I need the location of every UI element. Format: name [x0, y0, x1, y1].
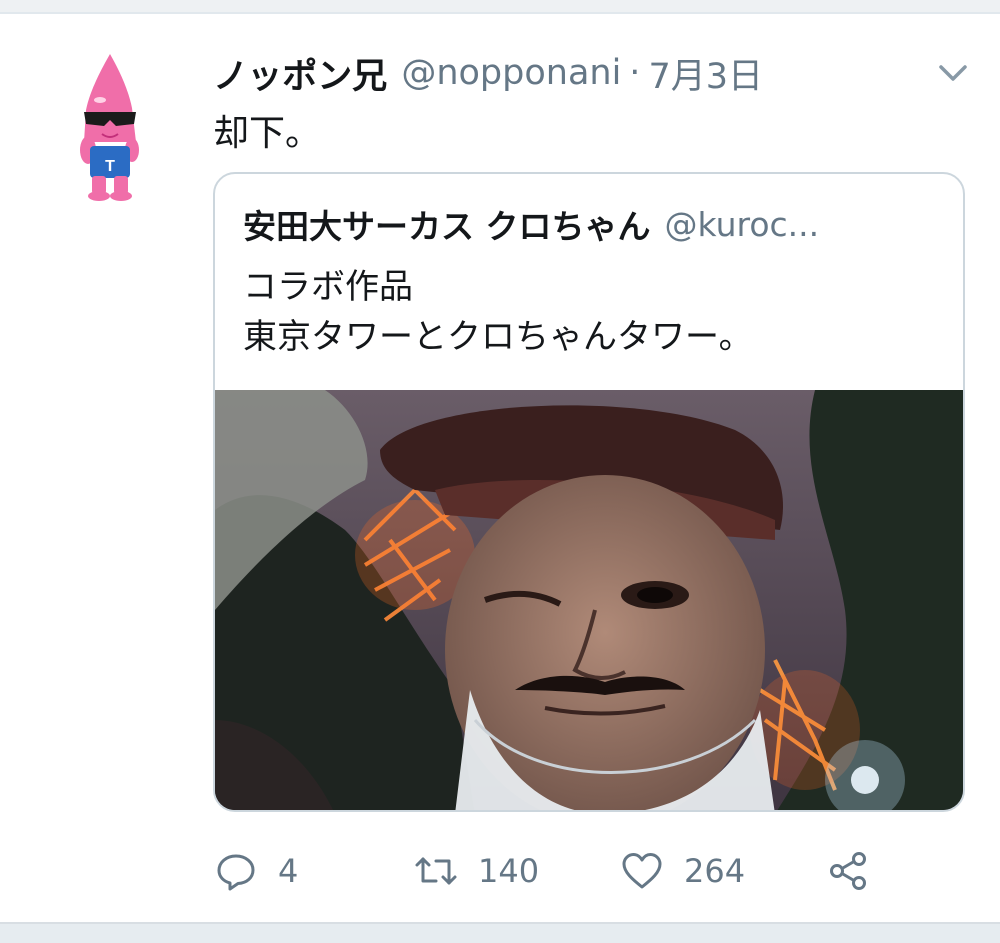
quoted-display-name: 安田大サーカス クロちゃん — [243, 207, 651, 246]
heart-icon — [622, 853, 662, 889]
quoted-tweet-photo[interactable] — [215, 390, 963, 810]
avatar[interactable]: T — [72, 50, 148, 202]
top-divider — [0, 0, 1000, 14]
tweet-text: 却下。 — [213, 113, 322, 154]
retweet-count: 140 — [478, 852, 540, 890]
separator-dot: · — [629, 53, 641, 93]
like-button[interactable]: 264 — [620, 845, 745, 897]
user-handle[interactable]: @nopponani — [401, 53, 621, 93]
quoted-tweet-text: コラボ作品 東京タワーとクロちゃんタワー。 — [243, 262, 753, 362]
retweet-button[interactable]: 140 — [414, 845, 539, 897]
svg-text:T: T — [105, 158, 115, 175]
reply-button[interactable]: 4 — [214, 845, 298, 897]
reply-icon — [217, 854, 255, 891]
retweet-icon — [415, 857, 457, 885]
share-icon — [830, 852, 866, 890]
selfie-photo-image — [215, 390, 963, 810]
display-name[interactable]: ノッポン兄 — [213, 48, 387, 99]
share-button[interactable] — [826, 845, 870, 897]
tweet-menu-button[interactable] — [934, 58, 972, 88]
quoted-tweet-card[interactable]: 安田大サーカス クロちゃん @kuroc... コラボ作品 東京タワーとクロちゃ… — [213, 172, 965, 812]
quoted-tweet-line: 東京タワーとクロちゃんタワー。 — [243, 317, 753, 357]
tweet-header: ノッポン兄 @nopponani · 7月3日 — [213, 48, 763, 98]
noppon-mascot-avatar-icon: T — [80, 54, 139, 201]
bottom-divider — [0, 922, 1000, 943]
quoted-tweet-line: コラボ作品 — [243, 267, 413, 307]
quoted-user-handle: @kuroc... — [664, 204, 820, 244]
chevron-down-icon — [939, 65, 967, 81]
like-count: 264 — [684, 852, 746, 890]
tweet-date[interactable]: 7月3日 — [648, 48, 763, 99]
reply-count: 4 — [278, 852, 299, 890]
quoted-tweet-header: 安田大サーカス クロちゃん @kuroc... — [243, 200, 819, 248]
